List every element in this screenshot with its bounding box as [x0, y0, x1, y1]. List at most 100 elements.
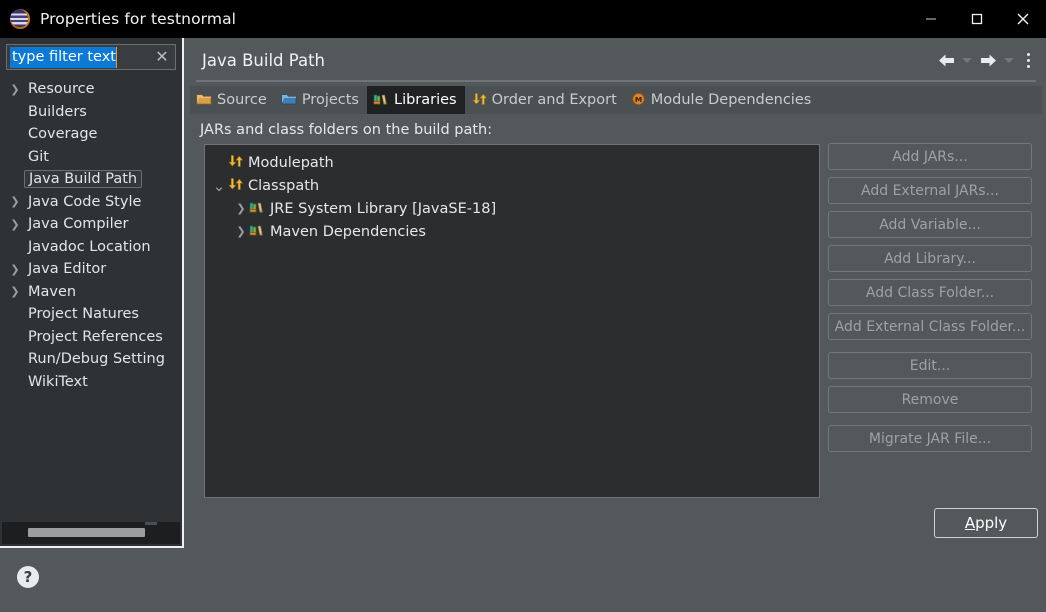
button-label: Edit...: [909, 357, 951, 374]
dialog-footer: ? Apply and Close Cancel CSDN @春风霓裳: [0, 550, 1046, 612]
chevron-right-icon[interactable]: ❯: [233, 203, 249, 214]
clear-filter-icon[interactable]: ✕: [149, 49, 175, 65]
sidebar-item-builders[interactable]: Builders: [4, 101, 178, 124]
scrollbar-nub: [145, 522, 157, 525]
button-label: Add Class Folder...: [865, 284, 995, 301]
button-label: Remove: [901, 391, 959, 408]
forward-arrow-icon[interactable]: [976, 48, 1000, 72]
sidebar-item-coverage[interactable]: Coverage: [4, 123, 178, 146]
sidebar-item-java-editor[interactable]: ❯ Java Editor: [4, 258, 178, 281]
filter-text-field[interactable]: type filter text ✕: [6, 44, 176, 70]
tab-projects[interactable]: Projects: [275, 86, 367, 114]
sidebar-item-resource[interactable]: ❯ Resource: [4, 78, 178, 101]
filter-input-value[interactable]: type filter text: [10, 46, 117, 68]
sidebar-item-label: Javadoc Location: [28, 238, 151, 255]
tree-row-label: JRE System Library [JavaSE-18]: [270, 200, 497, 217]
sidebar-item-project-natures[interactable]: Project Natures: [4, 303, 178, 326]
sidebar-item-project-references[interactable]: Project References: [4, 326, 178, 349]
chevron-right-icon[interactable]: ❯: [233, 226, 249, 237]
tree-row[interactable]: ⌄ Classpath: [205, 174, 819, 197]
tree-row-label: Modulepath: [248, 154, 334, 171]
projects-folder-icon: [281, 91, 297, 110]
sidebar-item-label: Maven: [28, 283, 77, 300]
button-label: Add External JARs...: [861, 182, 999, 199]
eclipse-logo-icon: [10, 9, 30, 29]
order-arrows-icon: [471, 91, 487, 110]
tree-row[interactable]: ❯ JRE System Library [JavaSE-18]: [205, 197, 819, 220]
tab-label: Order and Export: [491, 92, 617, 108]
chevron-right-icon[interactable]: ❯: [6, 219, 24, 230]
remove-button: Remove: [828, 386, 1032, 413]
sidebar-item-label: Project Natures: [28, 306, 139, 323]
properties-dialog: Properties for testnormal type filter te…: [0, 0, 1046, 612]
back-arrow-icon[interactable]: [934, 48, 958, 72]
forward-history-chevron-down-icon[interactable]: [1002, 48, 1016, 72]
button-label: Add Library...: [884, 250, 976, 267]
sidebar-item-label: Run/Debug Setting: [28, 351, 165, 368]
sidebar-item-label: Java Build Path: [24, 170, 143, 189]
chevron-right-icon[interactable]: ❯: [6, 196, 24, 207]
source-folder-icon: [196, 91, 212, 110]
help-question-icon[interactable]: ?: [17, 566, 39, 588]
migrate-jar-file-button: Migrate JAR File...: [828, 425, 1032, 452]
chevron-right-icon[interactable]: ❯: [6, 264, 24, 275]
tab-libraries[interactable]: Libraries: [366, 86, 465, 114]
page-navigation-controls: [934, 48, 1038, 72]
chevron-right-icon[interactable]: ❯: [6, 286, 24, 297]
tab-module-dependencies[interactable]: M Module Dependencies: [625, 86, 820, 114]
build-path-tree[interactable]: Modulepath ⌄ Classpath ❯ JRE System Library …: [204, 144, 820, 498]
page-title: Java Build Path: [202, 51, 326, 70]
tab-label: Libraries: [393, 92, 457, 108]
sidebar-item-run-debug-setting[interactable]: Run/Debug Setting: [4, 348, 178, 371]
scrollbar-thumb[interactable]: [28, 528, 145, 537]
search-input[interactable]: type filter text: [7, 45, 149, 69]
tab-source[interactable]: Source: [190, 86, 275, 114]
maximize-button[interactable]: [954, 0, 1000, 38]
tree-subheading: JARs and class folders on the build path…: [200, 122, 493, 138]
add-external-jars-button: Add External JARs...: [828, 177, 1032, 204]
path-arrows-icon: [227, 153, 244, 172]
sidebar-item-label: Builders: [28, 103, 87, 120]
add-library-button: Add Library...: [828, 245, 1032, 272]
sidebar-item-java-build-path[interactable]: Java Build Path: [4, 168, 178, 191]
tree-row-label: Classpath: [248, 177, 320, 194]
title-divider: [196, 80, 1036, 82]
back-history-chevron-down-icon[interactable]: [960, 48, 974, 72]
sidebar-item-java-compiler[interactable]: ❯ Java Compiler: [4, 213, 178, 236]
sidebar-item-label: WikiText: [28, 373, 88, 390]
sidebar-item-maven[interactable]: ❯ Maven: [4, 281, 178, 304]
tab-label: Projects: [301, 92, 359, 108]
sidebar-item-label: Git: [28, 148, 49, 165]
settings-tree[interactable]: ❯ Resource Builders Coverage Git Java Build P…: [4, 78, 178, 516]
tree-row[interactable]: Modulepath: [205, 151, 819, 174]
sidebar-item-git[interactable]: Git: [4, 146, 178, 169]
apply-button[interactable]: Apply: [934, 508, 1038, 538]
button-label: Add Variable...: [879, 216, 981, 233]
button-label: Add External Class Folder...: [834, 318, 1026, 335]
button-label: Add JARs...: [892, 148, 968, 165]
tab-label: Module Dependencies: [650, 92, 812, 108]
sidebar-horizontal-scrollbar[interactable]: [2, 522, 180, 544]
kebab-menu-icon[interactable]: [1018, 48, 1038, 72]
chevron-right-icon[interactable]: ❯: [6, 84, 24, 95]
add-jars-button: Add JARs...: [828, 143, 1032, 170]
edit-button: Edit...: [828, 352, 1032, 379]
build-path-tabs: Source Projects Libraries Order and Export M…: [190, 86, 1042, 114]
sidebar-item-javadoc-location[interactable]: Javadoc Location: [4, 236, 178, 259]
close-button[interactable]: [1000, 0, 1046, 38]
tree-row[interactable]: ❯ Maven Dependencies: [205, 220, 819, 243]
window-title: Properties for testnormal: [40, 10, 237, 28]
sidebar-item-label: Java Code Style: [28, 193, 142, 210]
add-variable-button: Add Variable...: [828, 211, 1032, 238]
tab-label: Source: [217, 92, 267, 108]
add-external-class-folder-button: Add External Class Folder...: [828, 313, 1032, 340]
title-bar: Properties for testnormal: [0, 0, 1046, 38]
tab-order-and-export[interactable]: Order and Export: [465, 86, 625, 114]
library-icon: [249, 222, 265, 241]
sidebar-item-label: Project References: [28, 328, 163, 345]
minimize-button[interactable]: [908, 0, 954, 38]
sidebar-item-java-code-style[interactable]: ❯ Java Code Style: [4, 191, 178, 214]
chevron-down-icon[interactable]: ⌄: [211, 178, 227, 193]
svg-text:M: M: [635, 95, 642, 104]
sidebar-item-wikitext[interactable]: WikiText: [4, 371, 178, 394]
